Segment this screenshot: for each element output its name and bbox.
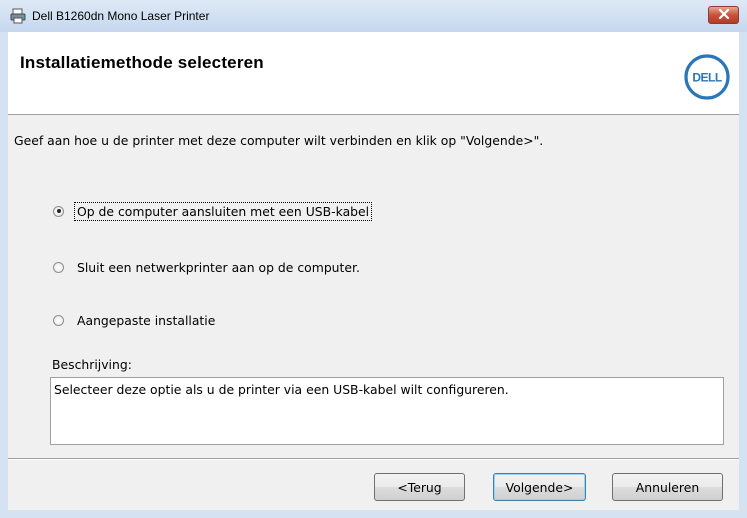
instruction-text: Geef aan hoe u de printer met deze compu… [14, 133, 544, 148]
printer-icon [10, 8, 26, 24]
option-usb-label: Op de computer aansluiten met een USB-ka… [73, 201, 373, 221]
description-label: Beschrijving: [52, 357, 132, 372]
svg-text:DELL: DELL [692, 71, 722, 85]
installer-window: Dell B1260dn Mono Laser Printer Installa… [0, 0, 747, 518]
radio-network[interactable] [53, 261, 64, 273]
page-title: Installatiemethode selecteren [20, 53, 264, 72]
footer-divider [8, 458, 739, 460]
title-bar: Dell B1260dn Mono Laser Printer [0, 0, 747, 32]
option-custom[interactable]: Aangepaste installatie [53, 311, 217, 329]
radio-custom[interactable] [53, 314, 64, 326]
window-title: Dell B1260dn Mono Laser Printer [32, 9, 210, 23]
close-icon [718, 8, 730, 22]
back-button[interactable]: <Terug [374, 473, 465, 501]
dialog-client-area: Installatiemethode selecteren DELL Geef … [8, 32, 739, 510]
description-box: Selecteer deze optie als u de printer vi… [50, 377, 724, 445]
close-button[interactable] [708, 6, 739, 24]
dialog-header: Installatiemethode selecteren DELL [8, 32, 739, 115]
option-custom-label: Aangepaste installatie [77, 312, 216, 328]
next-button[interactable]: Volgende> [493, 473, 586, 501]
option-usb[interactable]: Op de computer aansluiten met een USB-ka… [53, 201, 373, 221]
option-network[interactable]: Sluit een netwerkprinter aan op de compu… [53, 258, 362, 276]
radio-usb[interactable] [53, 205, 64, 217]
dell-logo: DELL [684, 54, 730, 100]
option-network-label: Sluit een netwerkprinter aan op de compu… [77, 259, 360, 275]
cancel-button[interactable]: Annuleren [612, 473, 723, 501]
